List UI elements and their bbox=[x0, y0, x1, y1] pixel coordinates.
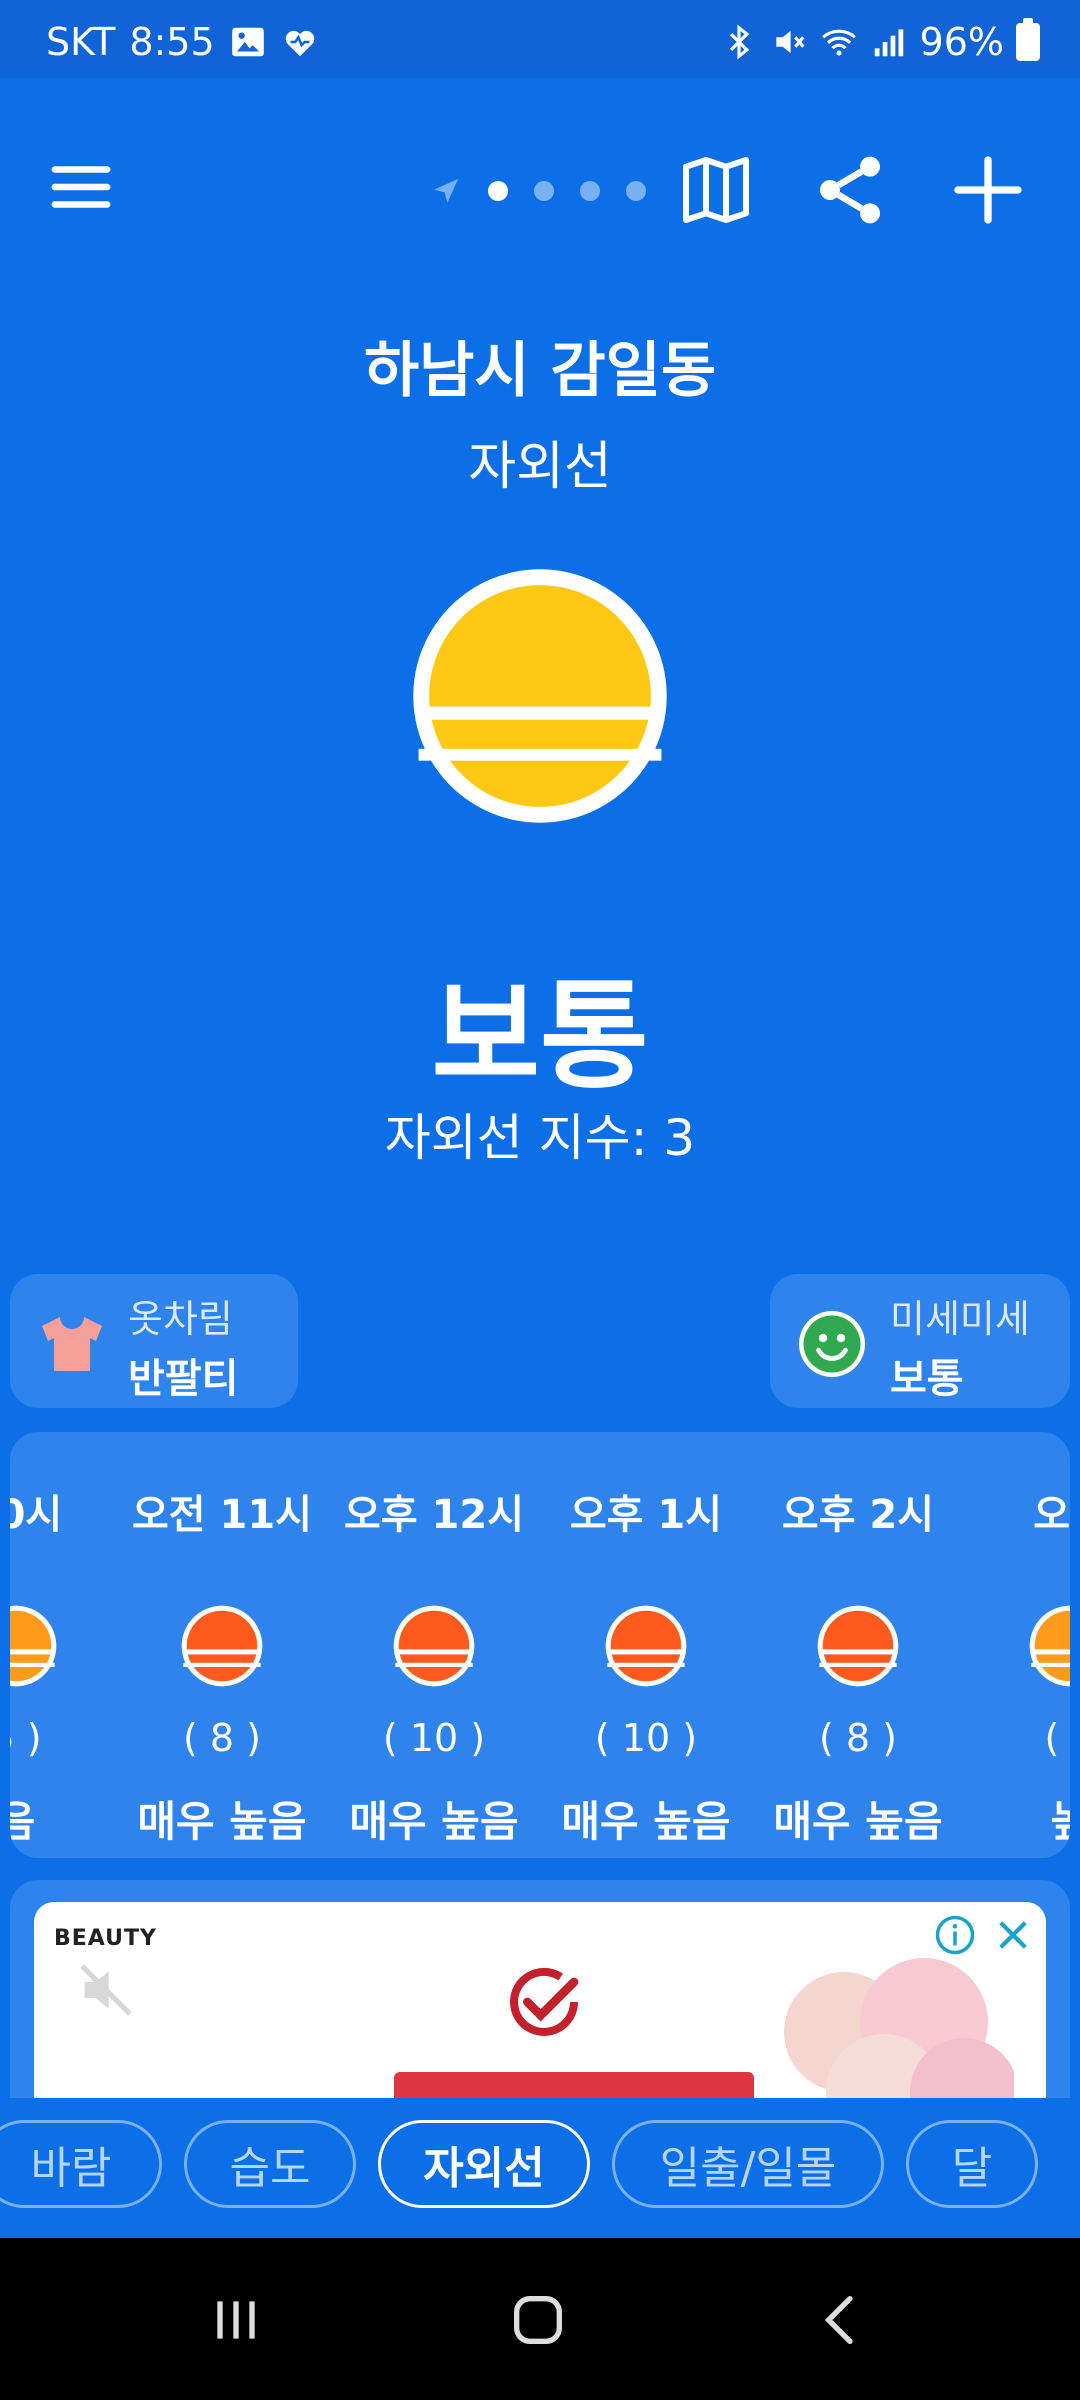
battery-percent: 96% bbox=[919, 20, 1004, 64]
page-indicator bbox=[430, 175, 646, 207]
hour-uv-level: 매우 높음 bbox=[137, 1797, 307, 1846]
hour-column: 10시 5 ) 음 bbox=[10, 1432, 122, 1858]
page-subtitle: 자외선 bbox=[468, 437, 612, 497]
tab-humidity[interactable]: 습도 bbox=[184, 2120, 356, 2208]
hour-uv-index: ( 8 ) bbox=[819, 1716, 897, 1760]
hour-uv-level: 높 bbox=[1050, 1797, 1070, 1846]
signal-icon bbox=[874, 29, 903, 57]
hour-time: 오전 11시 bbox=[132, 1492, 312, 1538]
uv-sun-icon bbox=[817, 1605, 899, 1687]
health-notification-icon bbox=[285, 30, 314, 57]
hour-uv-index: ( 8 ) bbox=[183, 1716, 261, 1760]
hour-uv-index: 5 ) bbox=[10, 1716, 42, 1760]
tshirt-icon bbox=[42, 1317, 102, 1371]
bluetooth-icon bbox=[729, 24, 749, 60]
fine-dust-card[interactable]: 미세미세 보통 bbox=[770, 1274, 1070, 1408]
uv-sun-icon bbox=[181, 1605, 263, 1687]
home-icon[interactable] bbox=[506, 2288, 570, 2352]
hour-uv-level: 매우 높음 bbox=[349, 1797, 519, 1846]
wifi-icon bbox=[821, 29, 856, 56]
fine-dust-label: 미세미세 bbox=[890, 1297, 1030, 1341]
page-dot bbox=[580, 181, 600, 201]
hour-uv-level: 매우 높음 bbox=[561, 1797, 731, 1846]
ad-banner[interactable]: BEAUTY bbox=[34, 1902, 1046, 2100]
ad-brand-text: BEAUTY bbox=[54, 1926, 157, 1951]
mute-icon[interactable] bbox=[74, 1958, 138, 2022]
back-icon[interactable] bbox=[810, 2288, 874, 2352]
status-left: SKT 8:55 bbox=[46, 20, 319, 64]
location-title: 하남시 감일동 bbox=[363, 336, 717, 406]
ad-product-image bbox=[784, 1958, 1014, 2100]
hour-time: 오후 2시 bbox=[781, 1492, 935, 1538]
share-icon[interactable] bbox=[810, 150, 890, 230]
uv-index: 자외선 지수: 3 bbox=[384, 1109, 696, 1167]
page-dot bbox=[534, 181, 554, 201]
hourly-uv-forecast[interactable]: 10시 5 ) 음 오전 11시 ( 8 ) 매우 높음 오후 12시 ( 10… bbox=[10, 1432, 1070, 1858]
outfit-card[interactable]: 옷차림 반팔티 bbox=[10, 1274, 298, 1408]
hour-uv-index: ( 10 ) bbox=[594, 1716, 698, 1760]
hour-column: 오후 12시 ( 10 ) 매우 높음 bbox=[328, 1432, 540, 1858]
tab-sunrise-sunset[interactable]: 일출/일몰 bbox=[612, 2120, 884, 2208]
hour-uv-index: ( 10 ) bbox=[382, 1716, 486, 1760]
hour-uv-level: 매우 높음 bbox=[773, 1797, 943, 1846]
map-icon[interactable] bbox=[676, 150, 756, 230]
top-toolbar bbox=[0, 130, 1080, 250]
hour-time: 오후 bbox=[1033, 1492, 1070, 1538]
battery-icon bbox=[1016, 18, 1040, 61]
recent-apps-icon[interactable] bbox=[204, 2288, 268, 2352]
hour-time: 오후 1시 bbox=[569, 1492, 723, 1538]
ad-container: BEAUTY bbox=[10, 1880, 1070, 2100]
outfit-value: 반팔티 bbox=[128, 1356, 239, 1402]
hour-column: 오후 ( 6 높 bbox=[964, 1432, 1070, 1858]
uv-level: 보통 bbox=[431, 967, 649, 1105]
system-navigation-bar bbox=[0, 2238, 1080, 2400]
uv-sun-icon bbox=[393, 1605, 475, 1687]
hour-column: 오후 1시 ( 10 ) 매우 높음 bbox=[540, 1432, 752, 1858]
hour-time: 오후 12시 bbox=[344, 1492, 524, 1538]
tab-moon[interactable]: 달 bbox=[906, 2120, 1038, 2208]
hour-time: 10시 bbox=[10, 1492, 63, 1538]
hour-uv-level: 음 bbox=[10, 1797, 36, 1846]
ad-headline-graphic bbox=[394, 2072, 754, 2100]
uv-sun-icon bbox=[605, 1605, 687, 1687]
hamburger-menu-icon[interactable] bbox=[46, 152, 116, 222]
uv-sun-icon bbox=[10, 1605, 57, 1687]
add-location-icon[interactable] bbox=[948, 150, 1028, 230]
fine-dust-value: 보통 bbox=[890, 1356, 964, 1402]
hour-column: 오전 11시 ( 8 ) 매우 높음 bbox=[116, 1432, 328, 1858]
page-dot bbox=[626, 181, 646, 201]
hour-uv-index: ( 6 bbox=[1044, 1716, 1070, 1760]
check-badge-icon bbox=[510, 1967, 579, 2036]
uv-sun-icon bbox=[413, 569, 667, 823]
current-location-icon bbox=[434, 179, 458, 203]
status-right: 96% bbox=[720, 18, 1040, 64]
tab-uv[interactable]: 자외선 bbox=[378, 2120, 590, 2208]
status-bar: SKT 8:55 96% bbox=[0, 0, 1080, 78]
gallery-notification-icon bbox=[231, 27, 264, 57]
smiley-icon bbox=[799, 1311, 865, 1377]
uv-sun-icon bbox=[1029, 1605, 1070, 1687]
tab-wind[interactable]: 바람 bbox=[0, 2120, 162, 2208]
mute-icon bbox=[775, 30, 804, 54]
category-tab-bar: 바람 습도 자외선 일출/일몰 달 bbox=[0, 2098, 1080, 2238]
hour-column: 오후 2시 ( 8 ) 매우 높음 bbox=[752, 1432, 964, 1858]
clock: 8:55 bbox=[129, 20, 215, 64]
outfit-label: 옷차림 bbox=[128, 1297, 233, 1341]
page-dot-active bbox=[488, 181, 508, 201]
carrier-label: SKT bbox=[46, 20, 116, 64]
